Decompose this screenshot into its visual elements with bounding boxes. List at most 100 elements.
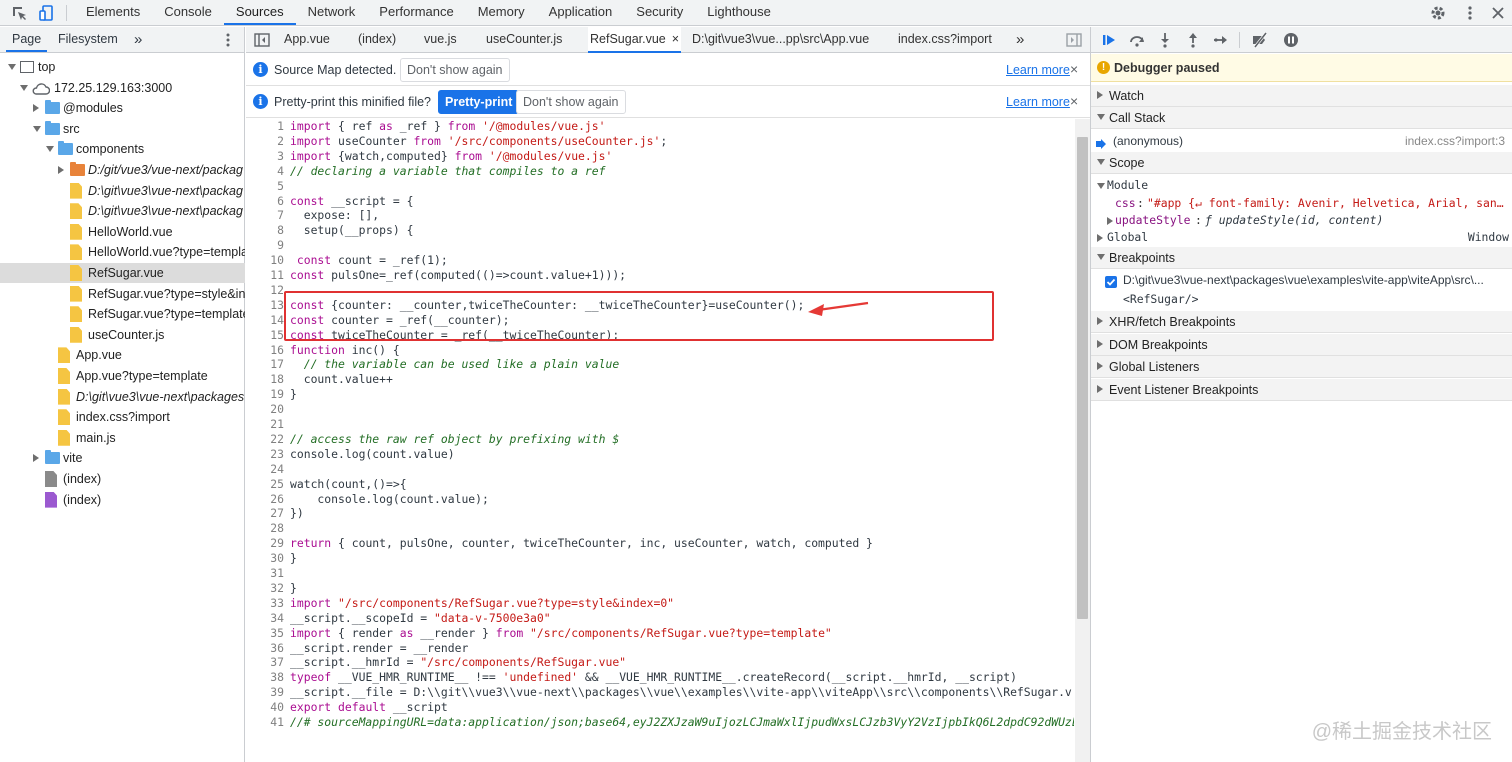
line-number[interactable]: 32	[246, 581, 284, 596]
code-line[interactable]: 27})	[246, 506, 1074, 521]
dont-show-again-button[interactable]: Don't show again	[516, 90, 626, 114]
line-number[interactable]: 37	[246, 655, 284, 670]
chevron-right-icon[interactable]	[33, 454, 39, 463]
line-number[interactable]: 30	[246, 551, 284, 566]
editor-tab[interactable]: D:\git\vue3\vue...pp\src\App.vue	[690, 27, 871, 53]
code-line[interactable]: 20	[246, 402, 1074, 417]
code-line[interactable]: 31	[246, 566, 1074, 581]
scope-module[interactable]: Module	[1091, 176, 1512, 194]
code-line[interactable]: 38 typeof __VUE_HMR_RUNTIME__ !== 'undefi…	[246, 670, 1074, 685]
line-number[interactable]: 16	[246, 343, 284, 358]
code-line[interactable]: 34 __script.__scopeId = "data-v-7500e3a0"	[246, 611, 1074, 626]
line-number[interactable]: 9	[246, 238, 284, 253]
tree-item[interactable]: (index)	[0, 490, 245, 510]
line-number[interactable]: 5	[246, 179, 284, 194]
editor-tab[interactable]: useCounter.js	[484, 27, 564, 53]
code-line[interactable]: 1 import { ref as _ref } from '/@modules/…	[246, 119, 1074, 134]
tree-item[interactable]: main.js	[0, 428, 245, 448]
tree-item[interactable]: components	[0, 139, 245, 159]
toggle-debugger-icon[interactable]	[1066, 33, 1082, 50]
code-line[interactable]: 24	[246, 462, 1074, 477]
line-number[interactable]: 38	[246, 670, 284, 685]
code-line[interactable]: 7 expose: [],	[246, 208, 1074, 223]
step-out-icon[interactable]	[1185, 32, 1201, 48]
scrollbar-thumb[interactable]	[1077, 137, 1088, 619]
event-listener-breakpoints-section-header[interactable]: Event Listener Breakpoints	[1091, 379, 1512, 401]
gear-icon[interactable]	[1429, 4, 1447, 22]
chevron-down-icon[interactable]	[46, 146, 54, 153]
tree-item[interactable]: App.vue?type=template	[0, 366, 245, 386]
more-file-tabs-chevron-icon[interactable]: »	[1016, 27, 1024, 53]
line-number[interactable]: 1	[246, 119, 284, 134]
breakpoint-item[interactable]: D:\git\vue3\vue-next\packages\vue\exampl…	[1091, 272, 1512, 312]
global-listeners-section-header[interactable]: Global Listeners	[1091, 356, 1512, 378]
code-line[interactable]: 19}	[246, 387, 1074, 402]
breakpoints-section-header[interactable]: Breakpoints	[1091, 247, 1512, 269]
tree-item[interactable]: D:\git\vue3\vue-next\packag	[0, 201, 245, 221]
tree-item[interactable]: RefSugar.vue	[0, 263, 245, 283]
tree-item[interactable]: useCounter.js	[0, 325, 245, 345]
close-tab-icon[interactable]: ×	[672, 32, 679, 46]
line-number[interactable]: 31	[246, 566, 284, 581]
scope-global[interactable]: Global Window	[1091, 228, 1512, 246]
line-number[interactable]: 20	[246, 402, 284, 417]
code-line[interactable]: 29 return { count, pulsOne, counter, twic…	[246, 536, 1074, 551]
editor-tab[interactable]: vue.js	[422, 27, 459, 53]
line-number[interactable]: 41	[246, 715, 284, 730]
dont-show-again-button[interactable]: Don't show again	[400, 58, 510, 82]
pause-on-exceptions-icon[interactable]	[1283, 32, 1299, 48]
line-number[interactable]: 26	[246, 492, 284, 507]
line-number[interactable]: 28	[246, 521, 284, 536]
tree-item[interactable]: D:\git\vue3\vue-next\packages	[0, 387, 245, 407]
editor-tab[interactable]: index.css?import	[896, 27, 994, 53]
code-line[interactable]: 23 console.log(count.value)	[246, 447, 1074, 462]
pretty-print-button[interactable]: Pretty-print	[438, 90, 520, 114]
toggle-navigator-icon[interactable]	[254, 33, 270, 50]
line-number[interactable]: 7	[246, 208, 284, 223]
code-line[interactable]: 21	[246, 417, 1074, 432]
more-tabs-chevron-icon[interactable]: »	[134, 27, 142, 52]
line-number[interactable]: 2	[246, 134, 284, 149]
resume-icon[interactable]	[1101, 32, 1117, 48]
line-number[interactable]: 15	[246, 328, 284, 343]
line-number[interactable]: 23	[246, 447, 284, 462]
code-line[interactable]: 26 console.log(count.value);	[246, 492, 1074, 507]
line-number[interactable]: 4	[246, 164, 284, 179]
deactivate-breakpoints-icon[interactable]	[1251, 32, 1268, 48]
step-over-icon[interactable]	[1129, 32, 1145, 48]
inspect-element-icon[interactable]	[10, 4, 28, 22]
editor-tab[interactable]: App.vue	[282, 27, 332, 53]
tree-item[interactable]: (index)	[0, 469, 245, 489]
devtools-tab-network[interactable]: Network	[296, 0, 368, 25]
chevron-down-icon[interactable]	[8, 64, 16, 70]
code-line[interactable]: 16 function inc() {	[246, 343, 1074, 358]
scope-section-header[interactable]: Scope	[1091, 152, 1512, 174]
device-toolbar-icon[interactable]	[38, 4, 56, 22]
tree-item[interactable]: @modules	[0, 98, 245, 118]
tree-item[interactable]: vite	[0, 448, 245, 468]
code-line[interactable]: 37 __script.__hmrId = "/src/components/Re…	[246, 655, 1074, 670]
code-line[interactable]: 25 watch(count,()=>{	[246, 477, 1074, 492]
code-line[interactable]: 2 import useCounter from '/src/components…	[246, 134, 1074, 149]
code-line[interactable]: 3 import {watch,computed} from '/@modules…	[246, 149, 1074, 164]
devtools-tab-elements[interactable]: Elements	[74, 0, 152, 25]
code-line[interactable]: 6 const __script = {	[246, 194, 1074, 209]
line-number[interactable]: 29	[246, 536, 284, 551]
code-line[interactable]: 35 import { render as __render } from "/s…	[246, 626, 1074, 641]
close-icon[interactable]	[1489, 4, 1507, 22]
line-number[interactable]: 8	[246, 223, 284, 238]
tree-item[interactable]: App.vue	[0, 345, 245, 365]
chevron-down-icon[interactable]	[20, 84, 28, 91]
line-number[interactable]: 39	[246, 685, 284, 700]
line-number[interactable]: 25	[246, 477, 284, 492]
tree-item[interactable]: RefSugar.vue?type=template	[0, 304, 245, 324]
code-line[interactable]: 36 __script.render = __render	[246, 641, 1074, 656]
navigator-menu-icon[interactable]	[226, 27, 230, 52]
devtools-tab-security[interactable]: Security	[624, 0, 695, 25]
code-line[interactable]: 10 const count = _ref(1);	[246, 253, 1074, 268]
line-number[interactable]: 6	[246, 194, 284, 209]
tree-item[interactable]: src	[0, 119, 245, 139]
line-number[interactable]: 22	[246, 432, 284, 447]
code-line[interactable]: 32}	[246, 581, 1074, 596]
devtools-tab-console[interactable]: Console	[152, 0, 224, 25]
